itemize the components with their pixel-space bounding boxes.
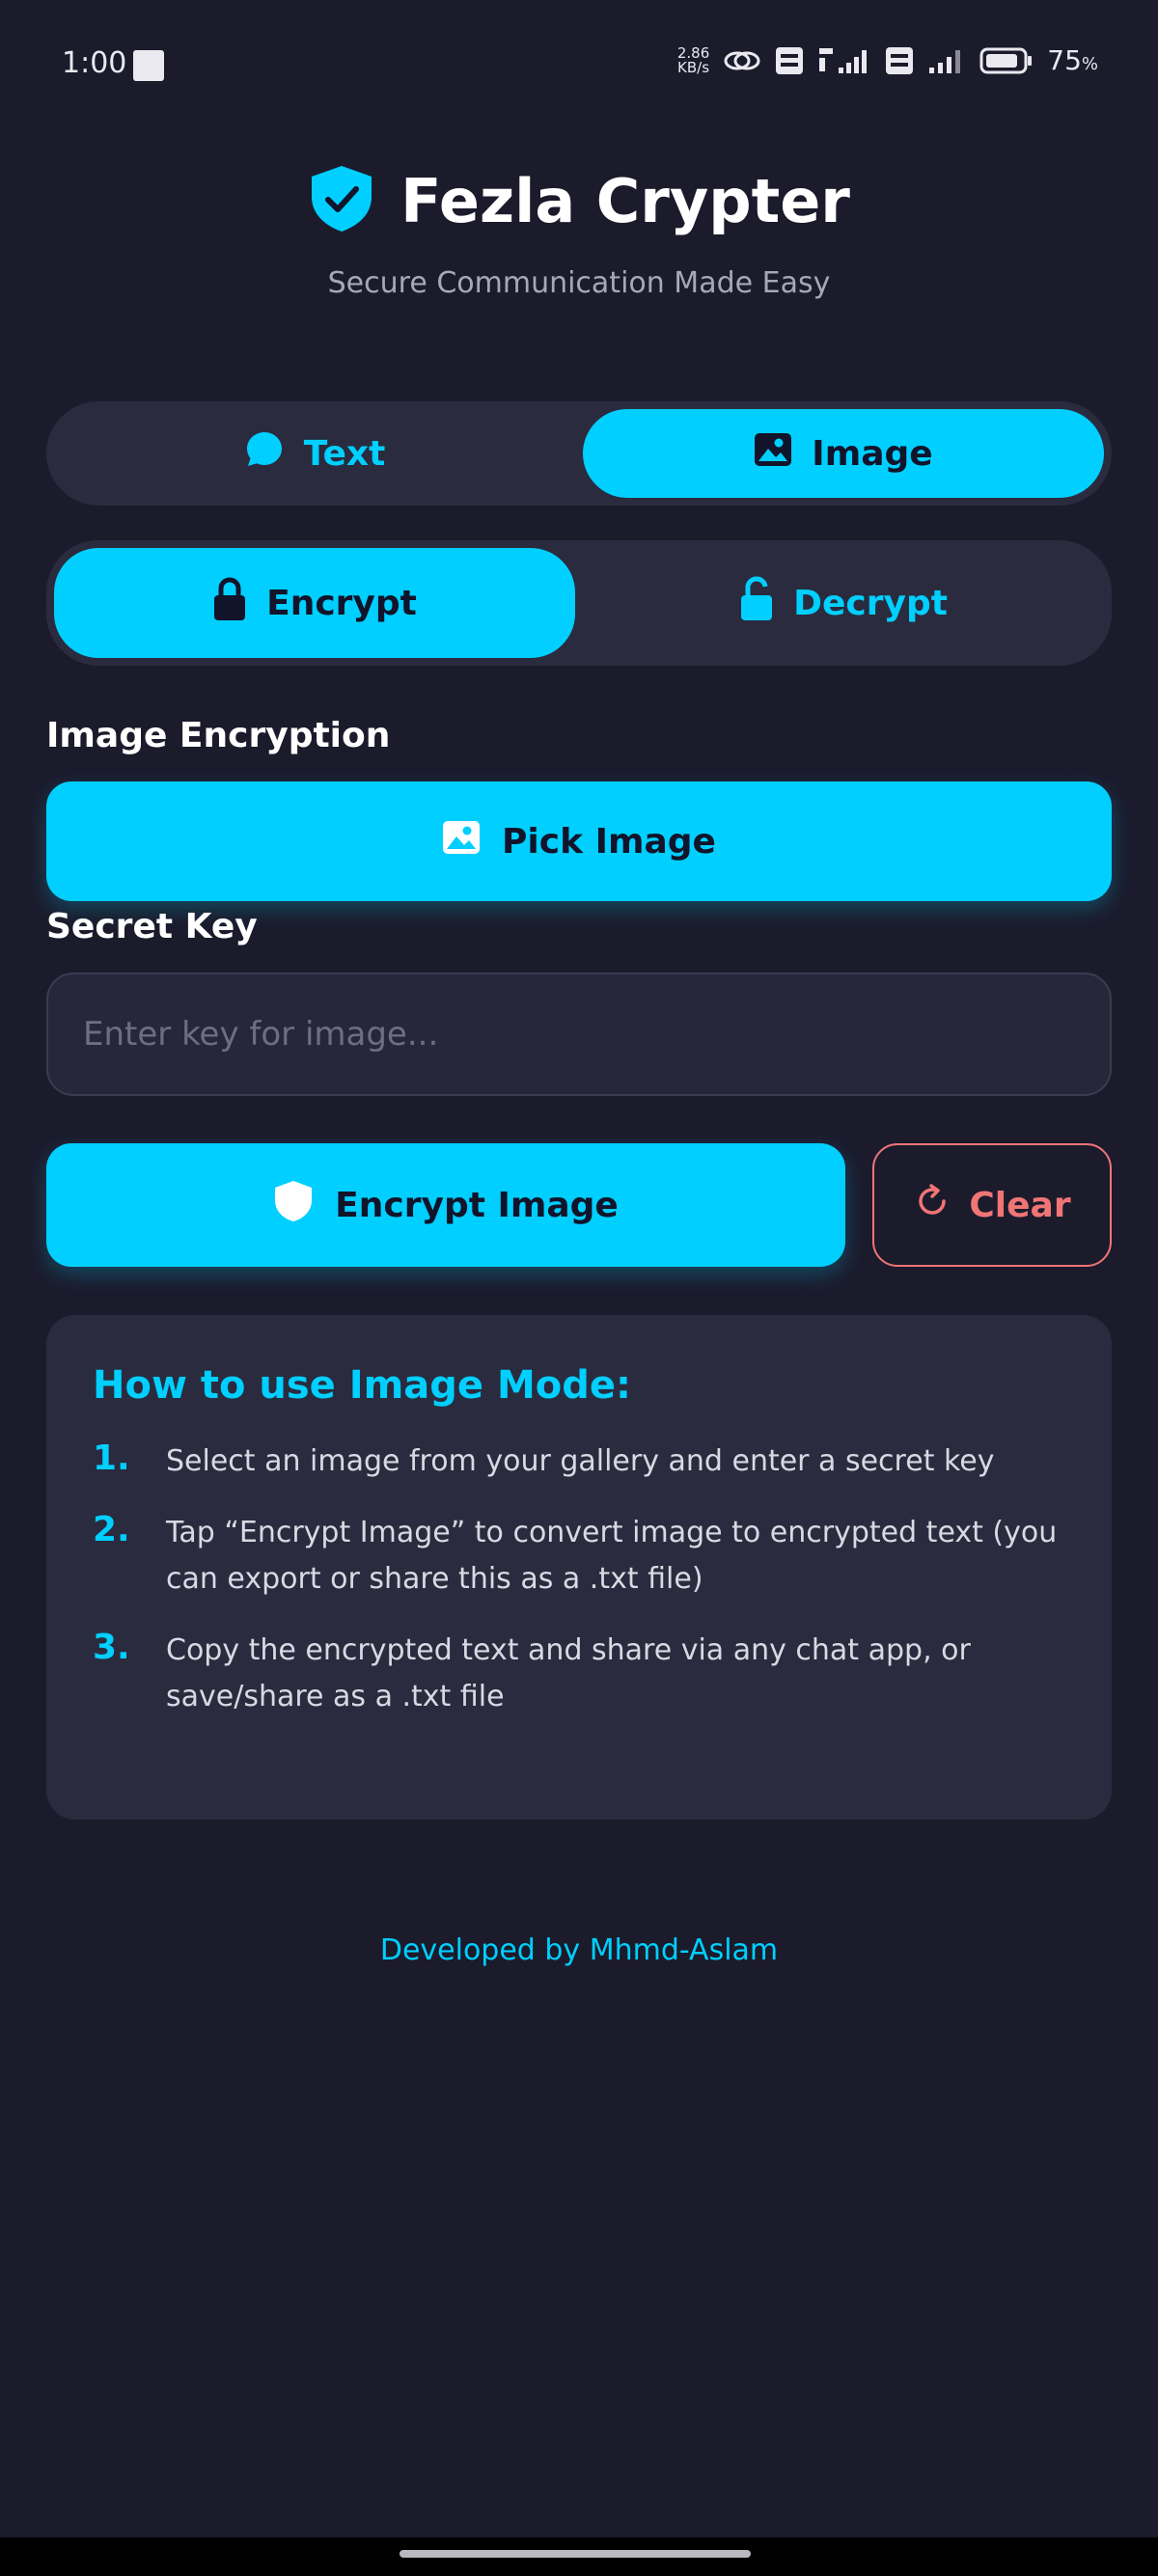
volte-icon — [775, 46, 804, 75]
image-icon — [442, 820, 481, 863]
status-bar: 1:00 2.86 KB/s 75% — [0, 0, 1158, 116]
shield-check-icon — [308, 164, 375, 237]
lock-icon — [212, 576, 247, 631]
network-speed-unit: KB/s — [677, 58, 710, 76]
unlock-icon — [739, 576, 774, 631]
pick-image-button[interactable]: Pick Image — [46, 781, 1112, 901]
step-text: Select an image from your gallery and en… — [166, 1444, 995, 1478]
step-text: Tap “Encrypt Image” to convert image to … — [166, 1516, 1058, 1596]
app-header: Fezla Crypter Secure Communication Made … — [0, 164, 1158, 300]
chat-bubble-icon — [244, 429, 285, 479]
secret-key-input[interactable] — [46, 973, 1112, 1096]
battery-percent: 75% — [1047, 44, 1098, 76]
encrypt-image-label: Encrypt Image — [335, 1185, 619, 1225]
step-number: 2. — [93, 1510, 130, 1549]
hotspot-link-icon — [723, 47, 761, 74]
step-number: 3. — [93, 1628, 130, 1667]
tab-image[interactable]: Image — [583, 409, 1104, 498]
tab-text-label: Text — [303, 433, 386, 474]
how-to-step: 3. Copy the encrypted text and share via… — [93, 1628, 1065, 1720]
how-to-card: How to use Image Mode: 1. Select an imag… — [46, 1315, 1112, 1820]
secret-key-label: Secret Key — [46, 907, 258, 946]
tab-encrypt[interactable]: Encrypt — [54, 548, 575, 658]
how-to-title: How to use Image Mode: — [93, 1363, 631, 1408]
section-title-image-encryption: Image Encryption — [46, 716, 391, 755]
how-to-step: 1. Select an image from your gallery and… — [93, 1439, 1065, 1485]
status-icons: 2.86 KB/s 75% — [677, 44, 1098, 76]
signal-4g-icon — [817, 46, 871, 75]
step-text: Copy the encrypted text and share via an… — [166, 1633, 971, 1713]
notification-icon — [133, 50, 164, 81]
encrypt-image-button[interactable]: Encrypt Image — [46, 1143, 845, 1267]
tab-decrypt[interactable]: Decrypt — [583, 548, 1104, 658]
step-number: 1. — [93, 1439, 130, 1478]
volte-icon-2 — [885, 46, 914, 75]
signal-icon — [927, 46, 966, 75]
tab-text[interactable]: Text — [54, 409, 575, 498]
battery-icon — [979, 46, 1034, 75]
app-title: Fezla Crypter — [400, 165, 850, 236]
clear-label: Clear — [969, 1185, 1071, 1225]
how-to-step: 2. Tap “Encrypt Image” to convert image … — [93, 1510, 1065, 1603]
refresh-icon — [913, 1182, 951, 1229]
tab-encrypt-label: Encrypt — [266, 583, 417, 623]
mode-switch: Text Image — [46, 401, 1112, 506]
network-speed: 2.86 KB/s — [677, 45, 710, 76]
image-icon — [754, 432, 792, 476]
tab-decrypt-label: Decrypt — [793, 583, 948, 623]
action-switch: Encrypt Decrypt — [46, 540, 1112, 666]
title-row: Fezla Crypter — [0, 164, 1158, 237]
shield-icon — [273, 1179, 314, 1232]
pick-image-label: Pick Image — [502, 821, 716, 862]
clear-button[interactable]: Clear — [872, 1143, 1112, 1267]
app-subtitle: Secure Communication Made Easy — [327, 266, 831, 300]
tab-image-label: Image — [812, 433, 933, 474]
developer-credit: Developed by Mhmd-Aslam — [379, 1933, 779, 1967]
status-time: 1:00 — [62, 46, 127, 80]
home-indicator[interactable] — [400, 2550, 751, 2558]
